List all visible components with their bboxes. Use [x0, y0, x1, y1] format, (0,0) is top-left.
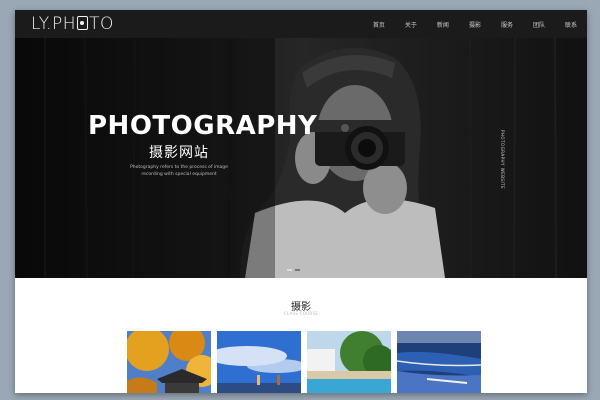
thumbnail-house-pool[interactable] [307, 331, 391, 393]
camera-icon [77, 16, 89, 30]
logo-text-suffix: TO [89, 14, 114, 34]
hero-title: PHOTOGRAPHY [88, 111, 318, 141]
thumbnail-autumn-temple[interactable] [127, 331, 211, 393]
main-nav: 首页 关于 新闻 摄影 服务 团队 联系 [353, 10, 577, 38]
website-window: LY.PH TO 首页 关于 新闻 摄影 服务 团队 联系 PHOTOGRAPH… [15, 10, 587, 393]
thumbnail-coastal-city[interactable] [397, 331, 481, 393]
vertical-caption: PHOTOGRAPHY WEBSITE [500, 130, 505, 190]
nav-item-about[interactable]: 关于 [405, 20, 417, 29]
photo-gallery [127, 331, 481, 393]
logo-text-prefix: LY.PH [31, 14, 77, 34]
nav-item-team[interactable]: 团队 [533, 20, 545, 29]
carousel-indicators [287, 269, 300, 271]
thumbnail-sky-people[interactable] [217, 331, 301, 393]
top-navigation-bar: LY.PH TO 首页 关于 新闻 摄影 服务 团队 联系 [15, 10, 587, 38]
hero-description: Photography refers to the process of ima… [130, 165, 228, 177]
nav-item-contact[interactable]: 联系 [565, 20, 577, 29]
nav-item-home[interactable]: 首页 [373, 20, 385, 29]
site-logo[interactable]: LY.PH TO [31, 14, 114, 34]
nav-item-services[interactable]: 服务 [501, 20, 513, 29]
hero-subtitle: 摄影网站 [149, 145, 209, 161]
hero-banner: PHOTOGRAPHY 摄影网站 Photography refers to t… [15, 38, 587, 278]
section-subtitle: CLASS COURSE [283, 311, 319, 316]
nav-item-news[interactable]: 新闻 [437, 20, 449, 29]
nav-item-photography[interactable]: 摄影 [469, 20, 481, 29]
carousel-dot[interactable] [295, 269, 300, 271]
carousel-dot[interactable] [287, 269, 292, 271]
